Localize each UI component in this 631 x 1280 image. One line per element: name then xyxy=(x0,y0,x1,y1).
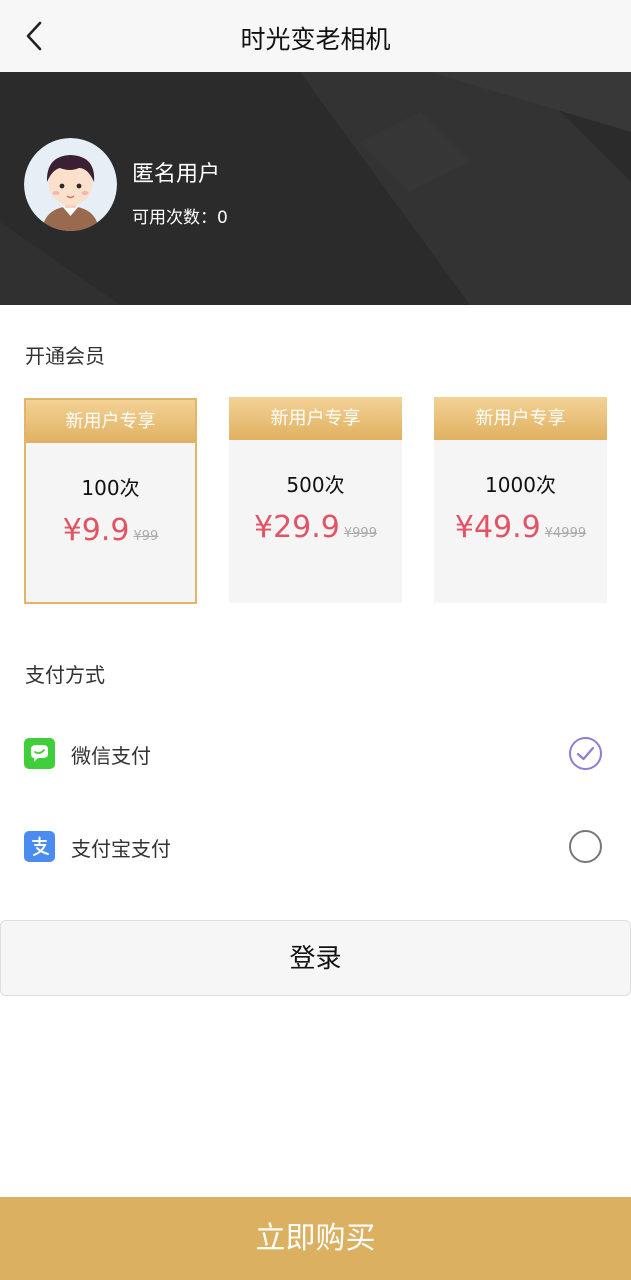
new-user-ribbon: 新用户专享 xyxy=(26,400,195,443)
package-price-row: ¥29.9 ¥999 xyxy=(229,510,402,545)
package-times: 1000次 xyxy=(485,473,556,497)
login-button[interactable]: 登录 xyxy=(0,920,631,996)
page-title: 时光变老相机 xyxy=(240,25,391,54)
package-price-row: ¥49.9 ¥4999 xyxy=(434,510,607,545)
pay-label-wechat: 微信支付 xyxy=(71,744,151,768)
payment-section-title: 支付方式 xyxy=(25,663,105,687)
user-banner: 匿名用户 可用次数：0 xyxy=(0,72,631,305)
new-user-ribbon: 新用户专享 xyxy=(229,397,402,440)
top-bar: 时光变老相机 xyxy=(0,0,631,72)
package-original-price: ¥4999 xyxy=(544,526,587,541)
check-circle-icon[interactable] xyxy=(568,736,603,771)
avatar[interactable] xyxy=(24,138,117,231)
package-original-price: ¥99 xyxy=(133,529,159,544)
package-price-row: ¥9.9 ¥99 xyxy=(26,513,195,548)
package-card-100[interactable]: 新用户专享 100次 ¥9.9 ¥99 xyxy=(24,398,197,604)
package-price: ¥9.9 xyxy=(62,513,130,548)
available-count: 可用次数：0 xyxy=(132,208,228,228)
buy-now-button[interactable]: 立即购买 xyxy=(0,1197,631,1280)
package-original-price: ¥999 xyxy=(343,526,377,541)
new-user-ribbon: 新用户专享 xyxy=(434,397,607,440)
pay-option-alipay[interactable]: 支付宝支付 xyxy=(0,817,631,877)
wechat-pay-icon xyxy=(24,738,55,769)
radio-circle-icon[interactable] xyxy=(568,829,603,864)
pay-option-wechat[interactable]: 微信支付 xyxy=(0,724,631,784)
alipay-icon xyxy=(24,831,55,862)
package-times: 500次 xyxy=(286,473,345,497)
user-name: 匿名用户 xyxy=(132,162,221,187)
membership-section-title: 开通会员 xyxy=(25,344,105,368)
package-price: ¥29.9 xyxy=(254,510,340,545)
package-times: 100次 xyxy=(81,476,140,500)
pay-label-alipay: 支付宝支付 xyxy=(71,837,171,861)
package-price: ¥49.9 xyxy=(454,510,541,545)
package-card-1000[interactable]: 新用户专享 1000次 ¥49.9 ¥4999 xyxy=(434,397,607,603)
package-card-500[interactable]: 新用户专享 500次 ¥29.9 ¥999 xyxy=(229,397,402,603)
